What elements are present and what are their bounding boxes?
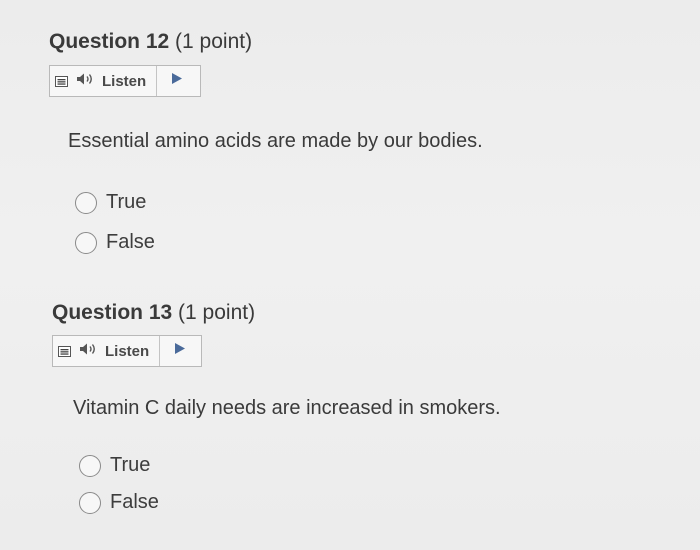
listen-toolbar: Listen <box>49 65 201 97</box>
question-heading: Question 12 (1 point) <box>49 30 252 54</box>
question-number: Question 13 <box>52 301 173 324</box>
radio-button[interactable] <box>75 231 97 254</box>
play-button[interactable] <box>160 336 200 366</box>
question-stem: Essential amino acids are made by our bo… <box>68 130 483 152</box>
question-stem: Vitamin C daily needs are increased in s… <box>73 397 501 419</box>
listen-button[interactable]: Listen <box>73 336 161 366</box>
option-true[interactable]: True <box>75 191 146 214</box>
radio-button[interactable] <box>79 491 101 514</box>
play-icon <box>171 72 183 90</box>
listen-label: Listen <box>105 342 150 360</box>
question-points: (1 point) <box>175 30 253 53</box>
radio-button[interactable] <box>79 454 101 477</box>
option-false[interactable]: False <box>75 231 155 254</box>
play-button[interactable] <box>157 66 197 96</box>
question-number: Question 12 <box>49 30 170 53</box>
option-label: False <box>110 491 159 513</box>
listen-toolbar: Listen <box>52 335 202 367</box>
question-points: (1 point) <box>178 301 256 324</box>
radio-button[interactable] <box>75 191 97 214</box>
menu-icon[interactable] <box>53 336 73 366</box>
question-heading: Question 13 (1 point) <box>52 301 255 325</box>
option-label: True <box>110 454 151 476</box>
speaker-icon <box>76 72 96 90</box>
option-label: True <box>106 191 147 213</box>
option-label: False <box>106 231 155 253</box>
speaker-icon <box>79 342 99 360</box>
listen-label: Listen <box>102 72 147 90</box>
listen-button[interactable]: Listen <box>70 66 158 96</box>
play-icon <box>174 342 186 360</box>
option-true[interactable]: True <box>79 454 150 477</box>
option-false[interactable]: False <box>79 491 159 514</box>
menu-icon[interactable] <box>50 66 70 96</box>
